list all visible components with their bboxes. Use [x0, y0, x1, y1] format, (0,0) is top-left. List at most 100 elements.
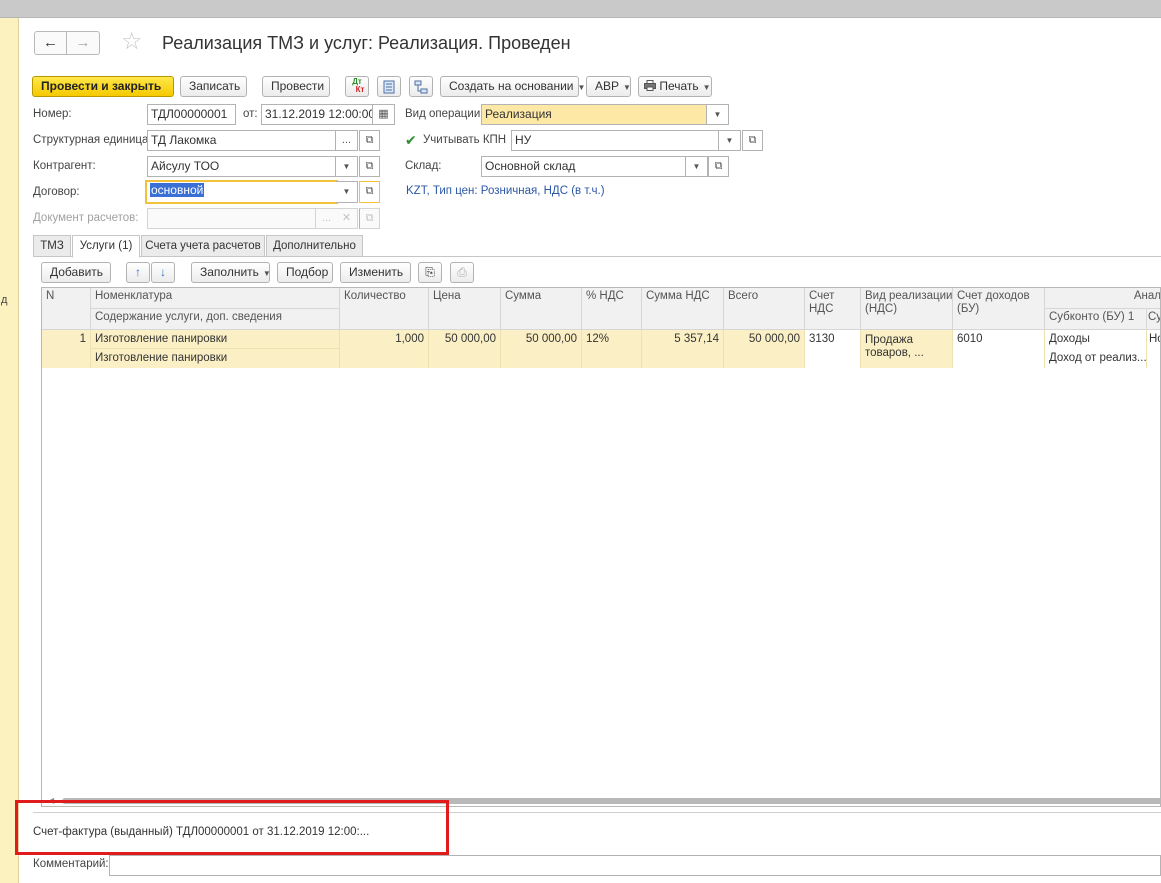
back-button[interactable]: ←	[34, 31, 67, 55]
cell-subconto1-b[interactable]: Доход от реализ...	[1045, 349, 1147, 368]
col-header-subconto1[interactable]: Субконто (БУ) 1	[1045, 309, 1147, 330]
col-header-price[interactable]: Цена	[429, 288, 501, 330]
col-header-qty[interactable]: Количество	[340, 288, 429, 330]
cell-nomenclature[interactable]: Изготовление панировки	[91, 330, 340, 349]
printer-icon	[644, 80, 656, 91]
fill-label: Заполнить	[200, 265, 259, 279]
cell-price[interactable]: 50 000,00	[429, 330, 501, 368]
settlement-doc-label: Документ расчетов:	[33, 212, 139, 224]
create-based-on-label: Создать на основании	[449, 79, 574, 93]
chevron-down-icon: ▼	[577, 83, 586, 92]
tab-additional[interactable]: Дополнительно	[266, 235, 363, 257]
avr-label: АВР	[595, 79, 620, 93]
avr-button[interactable]: АВР ▼	[586, 76, 631, 97]
settlement-doc-clear-button[interactable]: ✕	[336, 208, 358, 229]
col-header-total[interactable]: Всего	[724, 288, 805, 330]
favorite-star-icon[interactable]: ☆	[121, 29, 143, 55]
tab-services[interactable]: Услуги (1)	[72, 235, 140, 258]
col-header-subconto2[interactable]: Су	[1147, 309, 1160, 330]
contract-open-button[interactable]: ⧉	[359, 181, 380, 203]
chevron-down-icon: ▼	[692, 162, 701, 171]
chevron-down-icon: ▼	[623, 83, 631, 92]
col-header-sale-type-line2: (НДС)	[865, 303, 898, 315]
kpn-checkbox[interactable]: ✔	[405, 133, 419, 147]
operation-field[interactable]: Реализация	[481, 104, 707, 125]
warehouse-open-button[interactable]: ⧉	[708, 156, 729, 177]
col-header-income-account[interactable]: Счет доходов (БУ)	[953, 288, 1045, 330]
col-header-nomenclature[interactable]: Номенклатура	[91, 288, 340, 309]
dt-kt-button[interactable]: Дт Кт	[345, 76, 369, 97]
cell-vat-account[interactable]: 3130	[805, 330, 861, 368]
contract-field[interactable]: основной	[145, 180, 338, 204]
tab-tmz[interactable]: ТМЗ	[33, 235, 71, 257]
fill-button[interactable]: Заполнить ▼	[191, 262, 271, 283]
cell-total[interactable]: 50 000,00	[724, 330, 805, 368]
contract-dropdown-button[interactable]: ▼	[336, 181, 358, 203]
settlement-doc-field[interactable]	[147, 208, 316, 229]
post-and-close-button[interactable]: Провести и закрыть	[32, 76, 174, 97]
settlement-doc-open-button[interactable]: ⧉	[359, 208, 380, 229]
settlement-doc-select-button[interactable]: ...	[316, 208, 338, 229]
unit-select-button[interactable]: ...	[336, 130, 358, 151]
left-side-panel[interactable]: д	[0, 18, 19, 883]
tab-settlement-accounts[interactable]: Счета учета расчетов	[141, 235, 265, 257]
number-field[interactable]: ТДЛ00000001	[147, 104, 236, 125]
contractor-open-button[interactable]: ⧉	[359, 156, 380, 177]
warehouse-dropdown-button[interactable]: ▼	[686, 156, 708, 177]
chevron-down-icon: ▼	[713, 110, 722, 119]
col-header-sale-type[interactable]: Вид реализации (НДС)	[861, 288, 953, 330]
col-header-content[interactable]: Содержание услуги, доп. сведения	[91, 309, 340, 330]
move-up-button[interactable]: ↑	[126, 262, 150, 283]
unit-open-button[interactable]: ⧉	[359, 130, 380, 151]
col-header-vat-pct[interactable]: % НДС	[582, 288, 642, 330]
move-down-button[interactable]: ↓	[151, 262, 175, 283]
cell-sale-type[interactable]: Продажа товаров, ...	[861, 330, 953, 368]
post-button[interactable]: Провести	[262, 76, 330, 97]
col-header-income-account-line2: (БУ)	[957, 303, 980, 315]
report-button[interactable]	[377, 76, 401, 97]
cell-row-number[interactable]: 1	[42, 330, 91, 368]
kpn-open-button[interactable]: ⧉	[742, 130, 763, 151]
col-header-vat-account-line1: Счет	[809, 290, 835, 302]
kpn-field[interactable]: НУ	[511, 130, 719, 151]
create-based-on-button[interactable]: Создать на основании ▼	[440, 76, 585, 97]
kpn-dropdown-button[interactable]: ▼	[719, 130, 741, 151]
contractor-field[interactable]: Айсулу ТОО	[147, 156, 336, 177]
col-header-vat-account-line2: НДС	[809, 303, 834, 315]
comment-field[interactable]	[109, 855, 1161, 876]
ellipsis-icon: ...	[321, 212, 332, 224]
cell-income-account[interactable]: 6010	[953, 330, 1045, 368]
col-header-vat-sum[interactable]: Сумма НДС	[642, 288, 724, 330]
edit-button[interactable]: Изменить	[340, 262, 411, 283]
cell-subconto2[interactable]: Но	[1147, 330, 1160, 349]
paste-button[interactable]: ⎙	[450, 262, 474, 283]
contractor-dropdown-button[interactable]: ▼	[336, 156, 358, 177]
cell-sum[interactable]: 50 000,00	[501, 330, 582, 368]
copy-button[interactable]: ⎘	[418, 262, 442, 283]
col-header-sum[interactable]: Сумма	[501, 288, 582, 330]
unit-field[interactable]: ТД Лакомка	[147, 130, 336, 151]
calendar-button[interactable]: ▦	[373, 104, 395, 125]
date-field[interactable]: 31.12.2019 12:00:00	[261, 104, 373, 125]
col-header-vat-account[interactable]: Счет НДС	[805, 288, 861, 330]
cell-subconto1-a[interactable]: Доходы	[1045, 330, 1147, 349]
contract-label: Договор:	[33, 186, 80, 198]
add-row-button[interactable]: Добавить	[41, 262, 111, 283]
print-label: Печать	[659, 79, 699, 93]
price-type-link[interactable]: KZT, Тип цен: Розничная, НДС (в т.ч.)	[406, 185, 605, 197]
col-header-analytics[interactable]: Анал	[1045, 288, 1160, 309]
chevron-down-icon: ▼	[702, 83, 711, 92]
structure-button[interactable]	[409, 76, 433, 97]
col-header-n[interactable]: N	[42, 288, 91, 330]
operation-dropdown-button[interactable]: ▼	[707, 104, 729, 125]
cell-qty[interactable]: 1,000	[340, 330, 429, 368]
warehouse-field[interactable]: Основной склад	[481, 156, 686, 177]
cell-vat-pct[interactable]: 12%	[582, 330, 642, 368]
services-grid[interactable]: N Номенклатура Содержание услуги, доп. с…	[41, 287, 1161, 807]
save-button[interactable]: Записать	[180, 76, 247, 97]
print-button[interactable]: Печать ▼	[638, 76, 712, 97]
cell-vat-sum[interactable]: 5 357,14	[642, 330, 724, 368]
forward-button[interactable]: →	[67, 31, 100, 55]
pick-button[interactable]: Подбор	[277, 262, 333, 283]
cell-content[interactable]: Изготовление панировки	[91, 349, 340, 368]
